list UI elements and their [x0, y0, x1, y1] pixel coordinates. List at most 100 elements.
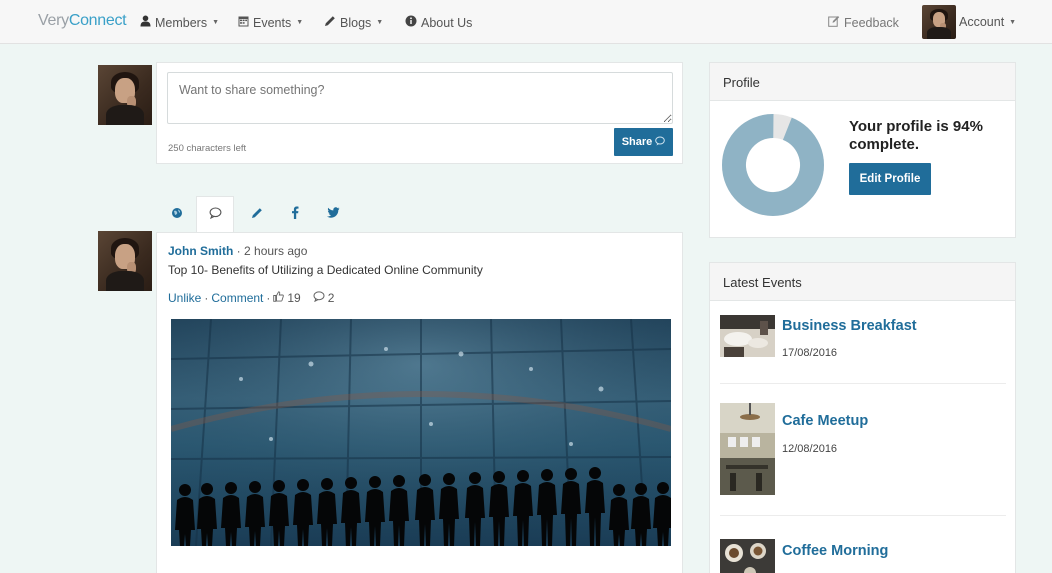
profile-completion-donut	[722, 114, 824, 216]
post-title[interactable]: Top 10- Benefits of Utilizing a Dedicate…	[168, 263, 483, 277]
user-icon	[140, 15, 151, 30]
unlike-link[interactable]: Unlike	[168, 291, 201, 305]
person-silhouette-head	[589, 467, 601, 479]
profile-completion-text: Your profile is 94% complete.	[849, 118, 983, 153]
event-date: 12/08/2016	[782, 443, 838, 455]
event-item[interactable]: Coffee Morning	[720, 539, 1010, 573]
donut-filled-segment	[722, 114, 824, 216]
event-date: 17/08/2016	[782, 347, 838, 359]
feed-post: John Smith · 2 hours ago Top 10- Benefit…	[156, 232, 683, 573]
divider	[720, 383, 1006, 384]
post-author-link[interactable]: John Smith	[168, 244, 233, 258]
person-silhouette-head	[635, 483, 647, 495]
person-silhouette-head	[345, 477, 357, 489]
person-silhouette-head	[201, 483, 213, 495]
event-title[interactable]: Cafe Meetup	[782, 413, 868, 429]
nav-events[interactable]: Events ▼	[238, 15, 303, 30]
brand-logo-part1: Very	[38, 12, 69, 29]
post-time: · 2 hours ago	[233, 244, 308, 258]
separator: ·	[266, 291, 271, 305]
nav-members[interactable]: Members ▼	[140, 15, 219, 30]
tab-twitter[interactable]	[314, 196, 352, 232]
nav-account-label: Account	[959, 15, 1005, 29]
tab-facebook[interactable]	[276, 196, 314, 232]
post-image[interactable]	[171, 319, 671, 546]
latest-events-header: Latest Events	[710, 263, 1015, 301]
post-header: John Smith · 2 hours ago	[168, 244, 307, 258]
cafe-thumbnail	[720, 403, 775, 495]
comment-icon	[209, 207, 222, 222]
nav-blogs[interactable]: Blogs ▼	[324, 15, 383, 30]
characters-left-counter: 250 characters left	[168, 143, 247, 154]
person-silhouette-head	[517, 470, 529, 482]
share-input[interactable]	[167, 72, 673, 124]
comment-icon	[655, 136, 666, 149]
edit-profile-button[interactable]: Edit Profile	[849, 163, 931, 195]
top-navbar: VeryConnect Members ▼ Events ▼ Blogs ▼ A…	[0, 0, 1052, 44]
profile-panel-header: Profile	[710, 63, 1015, 101]
profile-panel: Profile Your profile is 94% complete. Ed…	[709, 62, 1016, 238]
person-silhouette-head	[419, 474, 431, 486]
nav-account[interactable]: Account ▼	[959, 15, 1016, 29]
person-silhouette-head	[443, 473, 455, 485]
caret-down-icon: ▼	[296, 19, 304, 26]
person-silhouette-head	[493, 471, 505, 483]
event-title[interactable]: Coffee Morning	[782, 543, 888, 559]
tab-globe[interactable]	[158, 196, 196, 232]
nav-about-us-label: About Us	[421, 15, 473, 30]
share-button-label: Share	[621, 136, 653, 148]
composer-avatar	[98, 65, 152, 125]
caret-down-icon: ▼	[212, 19, 220, 26]
caret-down-icon: ▼	[1009, 18, 1017, 26]
twitter-icon	[326, 207, 340, 221]
account-avatar[interactable]	[922, 5, 956, 39]
info-icon	[405, 15, 417, 30]
globe-icon	[171, 207, 183, 222]
nav-events-label: Events	[253, 15, 292, 30]
person-silhouette-head	[225, 482, 237, 494]
calendar-icon	[238, 15, 249, 30]
nav-feedback-label: Feedback	[844, 15, 899, 30]
nav-blogs-label: Blogs	[340, 15, 372, 30]
like-count: 19	[287, 291, 301, 305]
person-silhouette-head	[393, 475, 405, 487]
caret-down-icon: ▼	[376, 19, 384, 26]
share-button[interactable]: Share	[614, 128, 673, 156]
nav-about-us[interactable]: About Us	[405, 15, 472, 30]
person-silhouette-head	[369, 476, 381, 488]
comment-link[interactable]: Comment	[211, 291, 263, 305]
person-silhouette-head	[541, 469, 553, 481]
avatar-image	[922, 5, 956, 39]
pencil-icon	[324, 15, 336, 30]
post-author-avatar[interactable]	[98, 231, 152, 291]
breakfast-thumbnail	[720, 315, 775, 357]
event-item[interactable]: Cafe Meetup 12/08/2016	[720, 403, 1010, 495]
tab-write[interactable]	[238, 196, 276, 232]
person-silhouette-head	[469, 472, 481, 484]
comment-count-icon	[313, 291, 325, 305]
coffee-thumbnail	[720, 539, 775, 573]
brand-logo[interactable]: VeryConnect	[38, 12, 127, 30]
person-silhouette-head	[273, 480, 285, 492]
nav-feedback[interactable]: Feedback	[828, 15, 899, 30]
edit-icon	[828, 15, 840, 30]
divider	[720, 515, 1006, 516]
nav-members-label: Members	[155, 15, 208, 30]
business-crowd-image	[171, 319, 671, 546]
person-silhouette-head	[613, 484, 625, 496]
event-item[interactable]: Business Breakfast 17/08/2016	[720, 315, 1010, 375]
person-silhouette-head	[249, 481, 261, 493]
person-silhouette-head	[321, 478, 333, 490]
latest-events-panel: Latest Events Business Breakfast 17/08/2…	[709, 262, 1016, 573]
person-silhouette-head	[179, 484, 191, 496]
facebook-icon	[291, 206, 299, 222]
share-composer: 250 characters left Share	[156, 62, 683, 164]
brand-logo-part2: Connect	[68, 12, 127, 29]
post-actions: Unlike · Comment · 19 2	[168, 291, 334, 305]
event-title[interactable]: Business Breakfast	[782, 318, 917, 334]
tab-comment[interactable]	[196, 196, 234, 232]
separator: ·	[204, 291, 209, 305]
person-silhouette-head	[297, 479, 309, 491]
thumbs-up-icon	[273, 291, 285, 305]
person-silhouette-head	[657, 482, 669, 494]
